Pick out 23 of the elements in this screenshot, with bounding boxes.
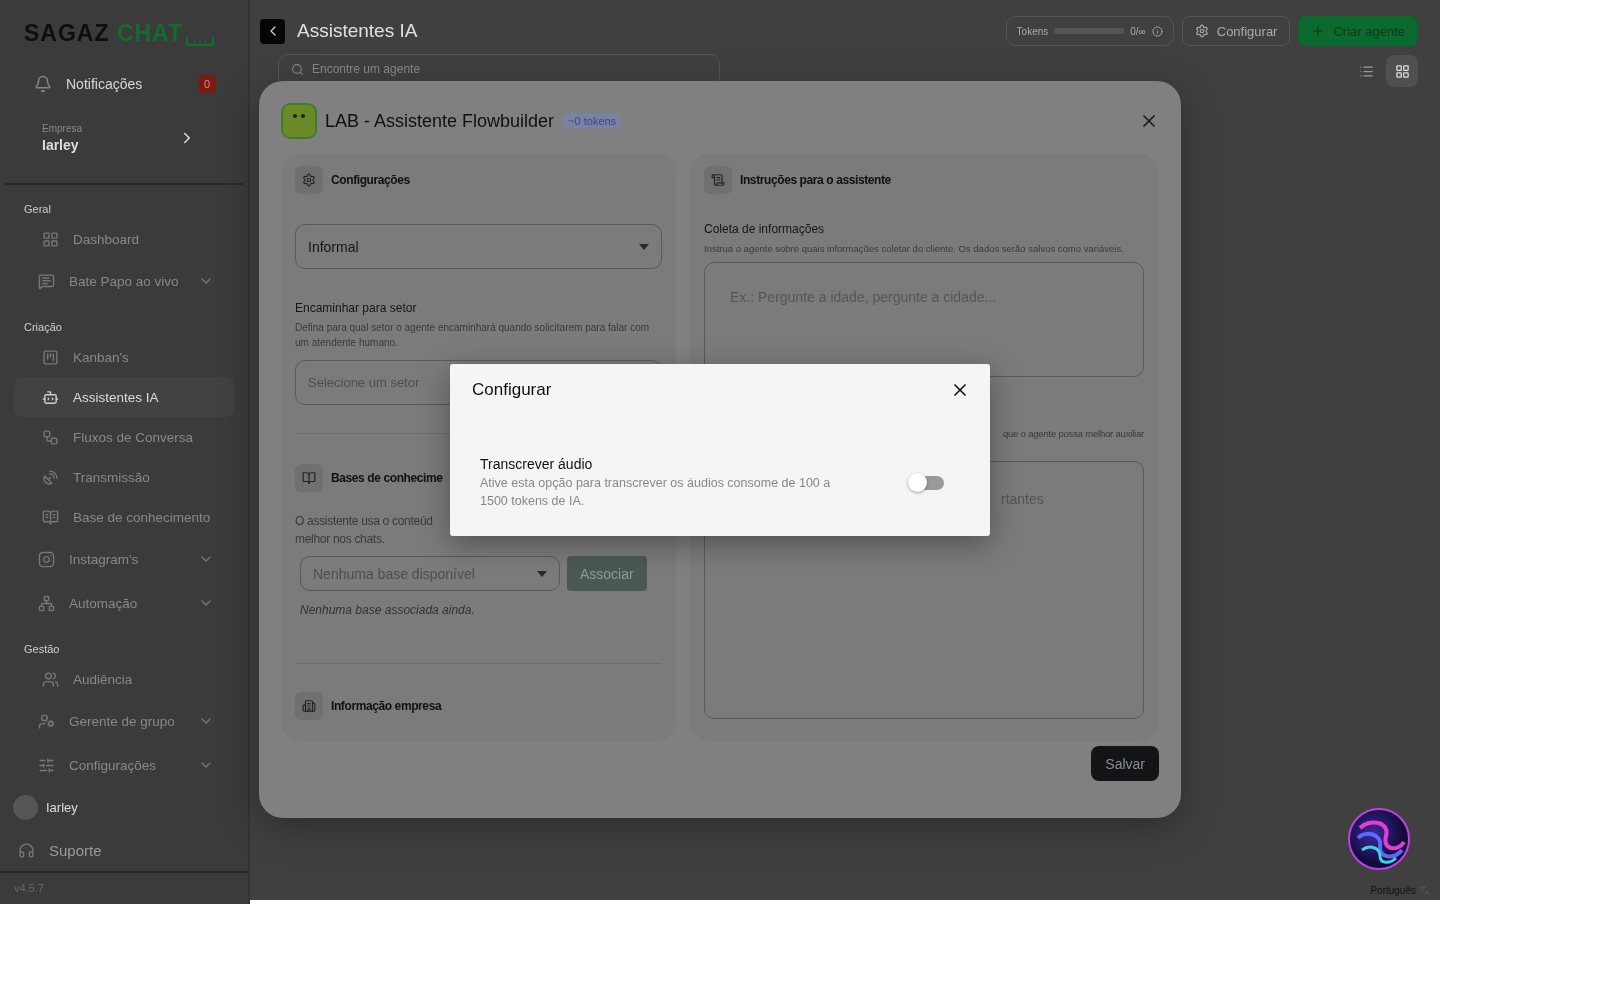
page-title: Assistentes IA bbox=[297, 20, 419, 42]
nav-group-title: Criação bbox=[23, 320, 63, 335]
section-title: Instruções para o assistente bbox=[740, 173, 891, 187]
nav-group-title: Geral bbox=[23, 202, 52, 217]
modal-title: LAB - Assistente Flowbuilder bbox=[325, 110, 555, 132]
tokens-meter: Tokens 0/∞ bbox=[1005, 16, 1174, 46]
nav-group-title: Gestão bbox=[23, 642, 61, 657]
tokens-reading: 0/∞ bbox=[1130, 25, 1146, 37]
user-name: Iarley bbox=[46, 800, 78, 815]
section-title: Configurações bbox=[331, 173, 410, 187]
dialog-title: Configurar bbox=[472, 380, 552, 400]
field-label: Coleta de informações bbox=[704, 222, 826, 236]
description-line: O assistente usa o conteúd bbox=[295, 513, 434, 530]
field-label: Encaminhar para setor bbox=[295, 301, 418, 315]
option-label: Transcrever áudio bbox=[480, 456, 594, 472]
description-line: melhor nos chats. bbox=[295, 531, 386, 548]
empty-message: Nenhuma base associada ainda. bbox=[299, 603, 476, 617]
tokens-badge: ~0 tokens bbox=[562, 113, 623, 129]
company-caption: Empresa bbox=[42, 123, 83, 134]
section-title: Bases de conhecime bbox=[331, 471, 443, 485]
notification-count: 0 bbox=[197, 75, 216, 93]
section-title: Informação empresa bbox=[331, 699, 442, 713]
company-name: Iarley bbox=[42, 137, 80, 153]
